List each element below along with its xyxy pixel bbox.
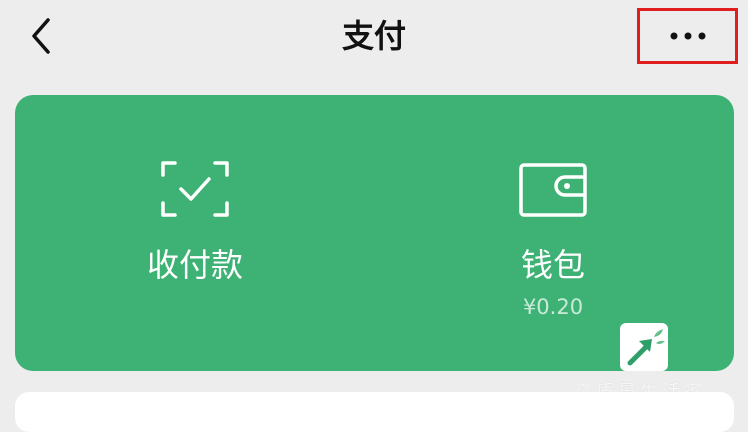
more-dots-icon: [670, 32, 705, 40]
page-title: 支付: [341, 17, 406, 55]
receive-pay-button[interactable]: 收付款: [45, 95, 345, 371]
nav-bar: 支付: [0, 0, 748, 80]
wallet-icon: [517, 159, 589, 219]
more-options-button[interactable]: [637, 8, 738, 64]
wallet-balance: ¥0.20: [522, 295, 584, 319]
scan-check-icon: [159, 159, 231, 219]
wallet-label: 钱包: [520, 246, 585, 284]
next-section-panel: [15, 392, 734, 432]
receive-pay-label: 收付款: [146, 246, 243, 284]
watermark-logo-icon: [620, 323, 668, 371]
